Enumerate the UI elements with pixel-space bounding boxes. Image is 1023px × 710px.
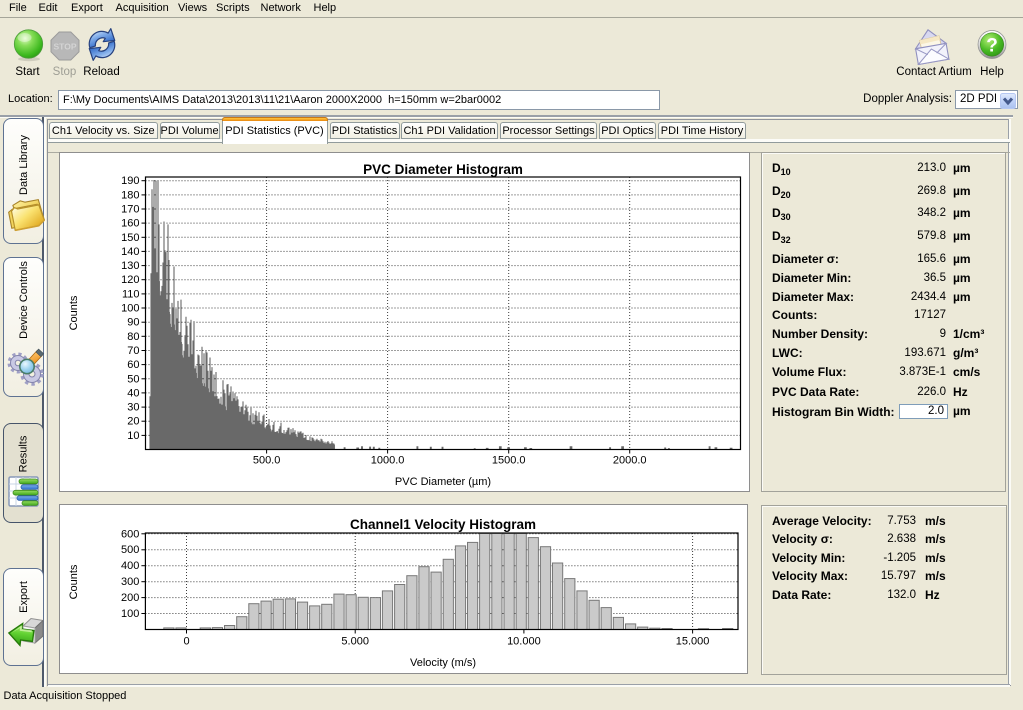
svg-text:500: 500 [121, 544, 139, 556]
svg-text:1000.0: 1000.0 [371, 455, 405, 467]
svg-text:70: 70 [127, 345, 139, 357]
svg-text:Channel1 Velocity Histogram: Channel1 Velocity Histogram [350, 517, 536, 532]
svg-text:0: 0 [183, 636, 189, 648]
svg-text:180: 180 [121, 189, 139, 201]
svg-text:2000.0: 2000.0 [613, 455, 647, 467]
svg-text:?: ? [986, 36, 998, 57]
svg-text:PVC Diameter Histogram: PVC Diameter Histogram [363, 162, 523, 177]
svg-text:80: 80 [127, 331, 139, 343]
svg-text:100: 100 [121, 608, 139, 620]
svg-text:Counts: Counts [68, 295, 80, 330]
svg-text:10: 10 [127, 430, 139, 442]
svg-text:60: 60 [127, 359, 139, 371]
svg-text:10.000: 10.000 [507, 636, 541, 648]
svg-text:500.0: 500.0 [253, 455, 281, 467]
svg-text:150: 150 [121, 232, 139, 244]
svg-text:190: 190 [121, 175, 139, 187]
svg-text:5.000: 5.000 [341, 636, 369, 648]
svg-text:400: 400 [121, 560, 139, 572]
svg-text:1500.0: 1500.0 [492, 455, 526, 467]
svg-text:PVC Diameter (µm): PVC Diameter (µm) [395, 476, 491, 488]
svg-text:120: 120 [121, 274, 139, 286]
svg-text:160: 160 [121, 218, 139, 230]
svg-text:110: 110 [122, 288, 140, 300]
svg-text:600: 600 [121, 528, 139, 540]
svg-text:STOP: STOP [54, 42, 77, 52]
svg-text:200: 200 [121, 592, 139, 604]
svg-text:50: 50 [127, 373, 139, 385]
svg-text:Velocity (m/s): Velocity (m/s) [410, 657, 476, 669]
svg-text:20: 20 [127, 416, 139, 428]
svg-text:15.000: 15.000 [676, 636, 710, 648]
svg-text:Counts: Counts [68, 564, 80, 599]
svg-text:100: 100 [121, 303, 139, 315]
svg-text:130: 130 [121, 260, 139, 272]
svg-text:90: 90 [127, 317, 139, 329]
svg-text:140: 140 [121, 246, 139, 258]
svg-text:170: 170 [121, 204, 139, 216]
svg-text:40: 40 [127, 387, 139, 399]
svg-text:300: 300 [121, 576, 139, 588]
svg-text:30: 30 [127, 402, 139, 414]
